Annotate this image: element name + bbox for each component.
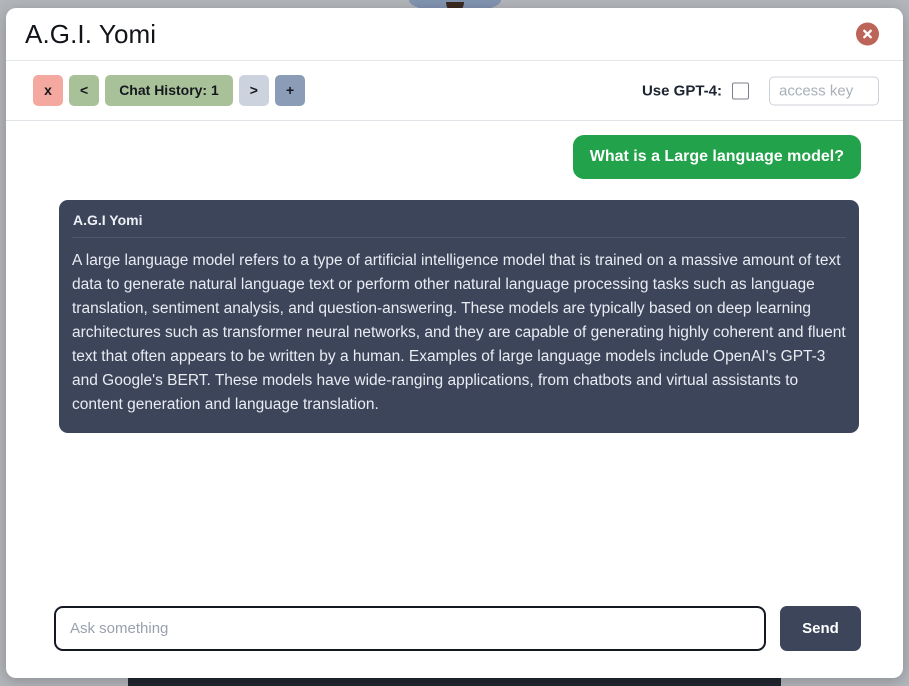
composer: Send [6,606,903,678]
clear-chat-button[interactable]: x [33,75,63,106]
ask-input[interactable] [54,606,766,651]
previous-chat-button[interactable]: < [69,75,100,106]
chat-history-button[interactable]: Chat History: 1 [105,75,233,106]
assistant-name-label: A.G.I Yomi [72,212,846,238]
gpt4-controls: Use GPT-4: [642,76,879,105]
message-row-assistant: A.G.I Yomi A large language model refers… [59,179,861,433]
page-title: A.G.I. Yomi [25,18,157,49]
history-controls: x < Chat History: 1 > + [33,75,306,106]
gpt4-checkbox[interactable] [732,82,749,99]
assistant-message-bubble: A.G.I Yomi A large language model refers… [59,200,859,433]
next-chat-button[interactable]: > [238,75,269,106]
user-message-bubble: What is a Large language model? [572,135,861,179]
chat-message-area: What is a Large language model? A.G.I Yo… [6,121,903,606]
access-key-input[interactable] [769,76,879,105]
title-bar: A.G.I. Yomi [6,8,903,61]
gpt4-label: Use GPT-4: [641,82,722,99]
new-chat-button[interactable]: + [274,75,306,106]
close-icon[interactable] [856,22,879,46]
chat-modal: A.G.I. Yomi x < Chat History: 1 > + Use … [6,8,903,678]
toolbar: x < Chat History: 1 > + Use GPT-4: [6,61,903,121]
message-row-user: What is a Large language model? [59,135,861,179]
send-button[interactable]: Send [780,606,861,651]
message-list: What is a Large language model? A.G.I Yo… [6,135,903,433]
assistant-message-text: A large language model refers to a type … [72,252,846,413]
